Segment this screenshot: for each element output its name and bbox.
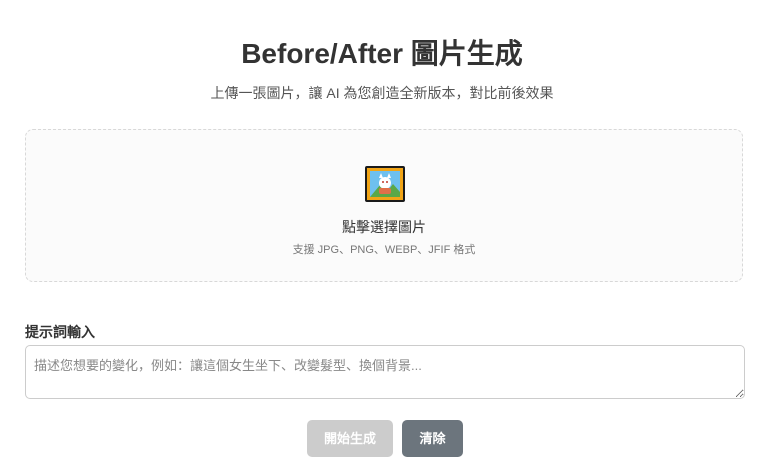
page: Before/After 圖片生成 上傳一張圖片，讓 AI 為您創造全新版本，對… <box>0 0 764 475</box>
start-generate-button[interactable]: 開始生成 <box>307 420 393 457</box>
prompt-input[interactable] <box>25 345 745 399</box>
upload-format-hint: 支援 JPG、PNG、WEBP、JFIF 格式 <box>292 244 476 256</box>
prompt-label: 提示詞輸入 <box>25 324 95 340</box>
upload-label: 點擊選擇圖片 <box>342 219 426 235</box>
page-title: Before/After 圖片生成 <box>241 38 523 69</box>
page-subtitle: 上傳一張圖片，讓 AI 為您創造全新版本，對比前後效果 <box>210 85 554 101</box>
framed-picture-icon <box>365 166 405 202</box>
clear-button[interactable]: 清除 <box>402 420 463 457</box>
image-upload-dropzone[interactable]: 點擊選擇圖片 支援 JPG、PNG、WEBP、JFIF 格式 <box>25 129 743 282</box>
